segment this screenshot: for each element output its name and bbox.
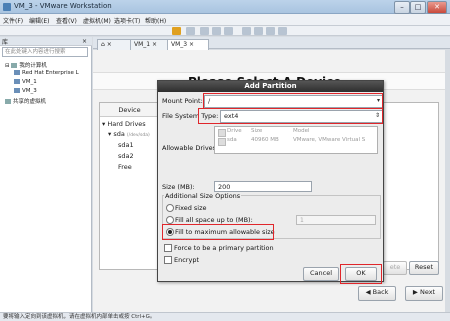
tab-label: VM_1 [134, 41, 151, 48]
sda-row[interactable]: ▾ sda (/dev/sda) [108, 130, 150, 138]
drive-sda-checkbox[interactable] [218, 138, 226, 146]
row-label: sda [113, 130, 125, 138]
tree-label: VM_3 [22, 88, 37, 94]
encrypt-label: Encrypt [174, 256, 199, 264]
tree-label: Red Hat Enterprise L [22, 70, 79, 76]
library-header: 库 [0, 37, 92, 46]
next-label: Next [419, 288, 436, 296]
fill-up-to-label: Fill all space up to (MB): [175, 216, 253, 224]
size-options-label: Additional Size Options [164, 192, 242, 200]
menu-vm[interactable]: 虚拟机(M) [83, 16, 111, 25]
mount-point-label: Mount Point: [162, 97, 203, 105]
sda2-row[interactable]: sda2 [118, 152, 134, 160]
force-primary-checkbox[interactable] [164, 244, 172, 252]
fill-up-to-spin[interactable]: 1 [296, 215, 376, 225]
back-button[interactable]: ◀ Back [358, 286, 396, 301]
menu-help[interactable]: 帮助(H) [145, 16, 166, 25]
highlight-mount-point [203, 93, 383, 109]
menu-tabs[interactable]: 选项卡(T) [114, 16, 140, 25]
free-row[interactable]: Free [118, 163, 132, 171]
unity-icon[interactable] [278, 27, 287, 35]
library-close-icon[interactable]: × [82, 38, 87, 45]
add-partition-dialog: Add Partition Mount Point: / ▾ File Syst… [157, 80, 384, 284]
highlight-fs-type [198, 108, 383, 124]
size-label: Size (MB): [162, 183, 195, 191]
tree-my-computer[interactable]: ⊟ 我的计算机 [5, 61, 47, 69]
menu-edit[interactable]: 编辑(E) [29, 16, 49, 25]
snapshot-icon[interactable] [200, 27, 209, 35]
fullscreen-icon[interactable] [266, 27, 275, 35]
allowable-drives-label: Allowable Drives: [162, 144, 219, 152]
fill-up-to-radio[interactable] [166, 216, 174, 224]
highlight-fill-max [162, 224, 274, 240]
library-panel: 库 × 在此处键入内容进行搜索 ⊟ 我的计算机 Red Hat Enterpri… [0, 37, 92, 313]
device-path: (/dev/sda) [126, 133, 150, 138]
drive-name: sda [227, 137, 237, 143]
library-search-input[interactable]: 在此处键入内容进行搜索 [2, 47, 88, 57]
size-input[interactable]: 200 [214, 181, 312, 192]
allowable-drives-list[interactable]: Drive Size Model sda 40960 MB VMware, VM… [214, 126, 378, 154]
reset-button[interactable]: Reset [409, 261, 439, 275]
force-primary-label: Force to be a primary partition [174, 244, 274, 252]
drive-column: Drive [227, 128, 242, 134]
encrypt-checkbox[interactable] [164, 256, 172, 264]
next-button[interactable]: ▶ Next [405, 286, 443, 301]
tab-label: VM_3 [171, 41, 188, 48]
size-column: Size [251, 128, 263, 134]
drive-header-checkbox [218, 129, 226, 137]
tree-shared-vms[interactable]: 共享的虚拟机 [5, 97, 46, 105]
toolbar [0, 26, 450, 36]
tree-vm-1[interactable]: VM_1 [14, 79, 37, 85]
tree-vm-3[interactable]: VM_3 [14, 88, 37, 94]
shared-icon [5, 99, 11, 104]
fixed-size-radio[interactable] [166, 204, 174, 212]
tab-bar: ⌂ × VM_1 × VM_3 × [93, 37, 450, 52]
tree-label: VM_1 [22, 79, 37, 85]
highlight-ok [340, 264, 382, 284]
vm-icon [14, 88, 20, 93]
minimize-button[interactable]: – [394, 1, 410, 14]
row-label: Hard Drives [107, 120, 146, 128]
vm-icon [14, 79, 20, 84]
maximize-button[interactable]: □ [410, 1, 426, 14]
computer-icon [11, 63, 18, 68]
status-bar: 要将输入定向到该虚拟机，请在虚拟机内部单击或按 Ctrl+G。 [0, 312, 450, 321]
snapshot-manager-icon[interactable] [224, 27, 233, 35]
menu-view[interactable]: 查看(V) [56, 16, 77, 25]
title-bar: VM_3 - VMware Workstation – □ ✕ [0, 0, 450, 14]
vm-icon [14, 70, 20, 75]
sda1-row[interactable]: sda1 [118, 141, 134, 149]
window-title: VM_3 - VMware Workstation [14, 2, 112, 10]
tree-label: 我的计算机 [19, 63, 47, 69]
revert-snapshot-icon[interactable] [212, 27, 221, 35]
fixed-size-label: Fixed size [175, 204, 207, 212]
menu-bar: 文件(F) 编辑(E) 查看(V) 虚拟机(M) 选项卡(T) 帮助(H) [0, 14, 450, 26]
view-library-icon[interactable] [242, 27, 251, 35]
cancel-button[interactable]: Cancel [303, 267, 339, 281]
drive-model: VMware, VMware Virtual S [293, 137, 366, 143]
device-column-header: Device [100, 103, 160, 117]
vmware-app-icon [3, 3, 11, 11]
menu-file[interactable]: 文件(F) [3, 16, 23, 25]
view-thumbnail-icon[interactable] [254, 27, 263, 35]
delete-button[interactable]: ete [383, 261, 407, 275]
back-label: Back [372, 288, 389, 296]
tree-label: 共享的虚拟机 [13, 99, 47, 105]
pause-icon[interactable] [172, 27, 181, 35]
send-keys-icon[interactable] [186, 27, 195, 35]
close-button[interactable]: ✕ [427, 1, 447, 14]
drive-size: 40960 MB [251, 137, 279, 143]
hard-drives-row[interactable]: ▾ Hard Drives [102, 120, 146, 128]
tree-vm-redhat[interactable]: Red Hat Enterprise L [14, 70, 79, 76]
fill-up-to-value: 1 [300, 217, 304, 224]
dialog-title: Add Partition [158, 81, 383, 92]
model-column: Model [293, 128, 310, 134]
